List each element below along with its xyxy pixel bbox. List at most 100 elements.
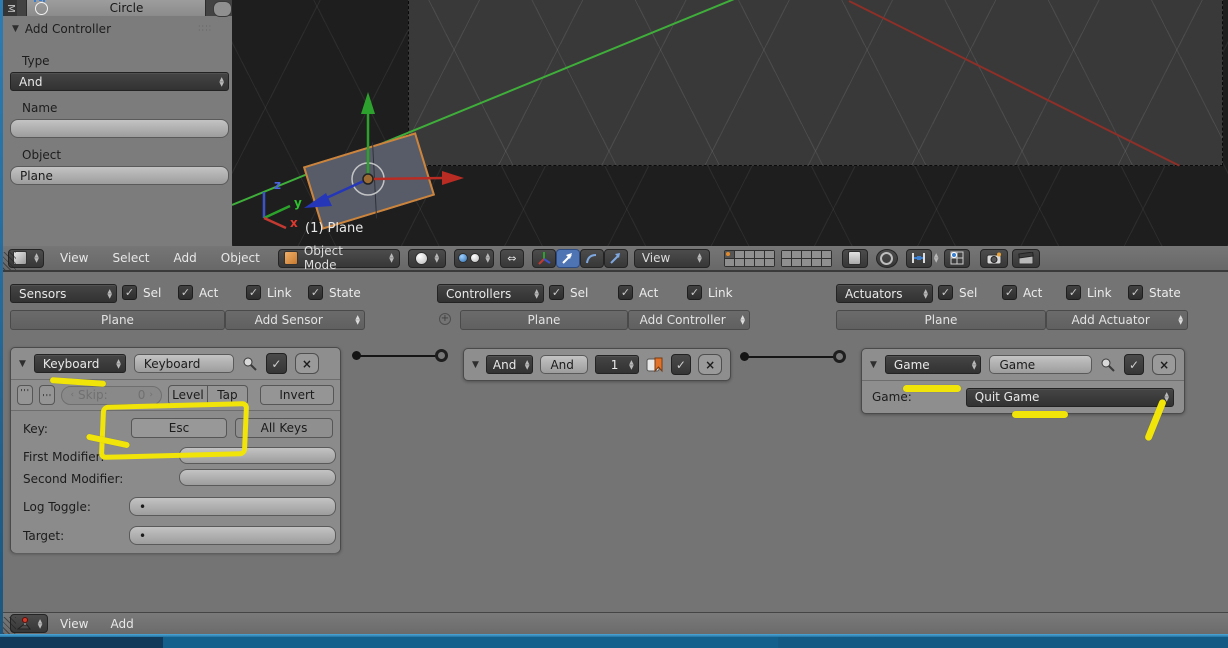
add-controller-panel-header[interactable]: ▼ Add Controller (12, 22, 111, 36)
target-field[interactable]: • (129, 526, 336, 545)
dropdown-arrows-icon: ▲▼ (116, 359, 121, 369)
collapse-icon[interactable]: ▼ (870, 360, 877, 370)
pulse-true-icon[interactable]: ''' (17, 385, 33, 405)
add-sensor-dropdown[interactable]: Add Sensor ▲▼ (225, 310, 365, 330)
controller-name-value: And (550, 358, 573, 372)
controller-active-checkbox[interactable]: ✓ (671, 354, 692, 375)
y-arrow-shaft (322, 179, 368, 200)
object-field[interactable]: Plane (10, 166, 229, 185)
vertical-tab[interactable]: M (3, 0, 17, 16)
actuators-sel-checkbox[interactable]: ✓Sel (938, 285, 977, 300)
wire-endpoint-ring[interactable] (435, 349, 448, 362)
pulse-false-icon[interactable]: ''' (39, 385, 55, 405)
dropdown-arrows-icon: ▲▼ (697, 253, 702, 263)
game-mode-dropdown[interactable]: Quit Game ▲▼ (966, 388, 1174, 407)
wire-endpoint-ring[interactable] (833, 350, 846, 363)
sensors-link-checkbox[interactable]: ✓Link (246, 285, 292, 300)
controllers-link-checkbox[interactable]: ✓Link (687, 285, 733, 300)
actuators-link-checkbox[interactable]: ✓Link (1066, 285, 1112, 300)
collapse-icon[interactable]: ▼ (472, 360, 479, 370)
actuators-act-checkbox[interactable]: ✓Act (1002, 285, 1042, 300)
scale-tool-button[interactable] (604, 249, 628, 268)
translate-tool-button[interactable] (556, 249, 580, 268)
3d-viewport[interactable]: z y x (1) Plane (232, 0, 1228, 246)
mode-dropdown[interactable]: Object Mode ▲▼ (278, 249, 400, 268)
all-keys-button[interactable]: All Keys (235, 418, 333, 438)
manipulator-axis-icon[interactable] (532, 249, 556, 268)
add-controller-dropdown[interactable]: Add Controller ▲▼ (628, 310, 750, 330)
proportional-edit-icon[interactable] (876, 249, 898, 268)
skip-slider[interactable]: ‹ Skip: 0 › (61, 386, 162, 405)
second-modifier-field[interactable] (179, 469, 336, 486)
taskbar-segment[interactable] (0, 637, 163, 648)
actuators-state-label: State (1149, 286, 1181, 300)
type-dropdown[interactable]: And ▲▼ (10, 72, 229, 91)
log-toggle-field[interactable]: • (129, 497, 336, 516)
actuators-link-label: Link (1087, 286, 1112, 300)
sensor-active-checkbox[interactable]: ✓ (266, 353, 287, 374)
layers-grid-1[interactable] (724, 250, 775, 267)
taskbar[interactable] (0, 634, 1228, 648)
panel-drag-grip-icon[interactable]: ········ (198, 25, 212, 33)
layers-grid-2[interactable] (781, 250, 832, 267)
controller-close-button[interactable]: × (698, 354, 722, 375)
pivot-dropdown[interactable]: ▲▼ (454, 249, 494, 268)
actuator-close-button[interactable]: × (1152, 354, 1176, 375)
controllers-filter-dropdown[interactable]: Controllers ▲▼ (437, 284, 544, 303)
menu-object[interactable]: Object (221, 251, 260, 265)
sensors-filter-dropdown[interactable]: Sensors ▲▼ (10, 284, 117, 303)
sensor-type-dropdown[interactable]: Keyboard ▲▼ (34, 354, 126, 373)
controller-type-dropdown[interactable]: And ▲▼ (486, 355, 534, 374)
collapse-icon[interactable]: ▼ (19, 359, 26, 369)
logic-editor[interactable]: Sensors ▲▼ ✓Sel ✓Act ✓Link ✓State Contro… (0, 272, 1228, 612)
menu-view[interactable]: View (60, 251, 88, 265)
check-icon: ✓ (938, 285, 953, 300)
controller-link-socket-icon[interactable]: + (439, 313, 451, 325)
controllers-act-checkbox[interactable]: ✓Act (618, 285, 658, 300)
rotate-tool-button[interactable] (580, 249, 604, 268)
lock-to-scene-icon[interactable] (842, 249, 868, 268)
scrollbar-thumb[interactable] (213, 1, 232, 17)
pin-icon[interactable] (1100, 357, 1116, 373)
dropdown-arrows-icon[interactable]: ▲▼ (934, 253, 939, 263)
sensor-close-button[interactable]: × (295, 353, 319, 374)
snap-magnet-icon[interactable] (906, 249, 932, 268)
type-dropdown-value: And (19, 75, 215, 89)
taskbar-segment[interactable] (778, 637, 1228, 648)
bookmark-icon[interactable] (646, 357, 664, 373)
render-animation-clapper-icon[interactable] (1012, 249, 1040, 268)
taskbar-segment[interactable] (163, 637, 778, 648)
tab-circle[interactable]: Circle (26, 0, 206, 16)
logic-menu-add[interactable]: Add (110, 617, 133, 631)
controller-state-dropdown[interactable]: 1 ▲▼ (595, 355, 639, 374)
sensors-act-checkbox[interactable]: ✓Act (178, 285, 218, 300)
controller-name-field[interactable]: And (540, 355, 588, 374)
actuator-active-checkbox[interactable]: ✓ (1124, 354, 1145, 375)
render-camera-icon[interactable] (980, 249, 1008, 268)
manipulator-toggle-icon[interactable]: ⇔ (500, 249, 524, 268)
actuators-state-checkbox[interactable]: ✓State (1128, 285, 1181, 300)
orientation-dropdown[interactable]: View ▲▼ (634, 249, 710, 268)
actuator-name-field[interactable]: Game (989, 355, 1092, 374)
menu-select[interactable]: Select (112, 251, 149, 265)
menu-add[interactable]: Add (174, 251, 197, 265)
add-actuator-dropdown[interactable]: Add Actuator ▲▼ (1046, 310, 1188, 330)
actuators-filter-dropdown[interactable]: Actuators ▲▼ (836, 284, 933, 303)
snap-target-icon[interactable] (944, 249, 970, 268)
logic-menu-view[interactable]: View (60, 617, 88, 631)
sensors-state-label: State (329, 286, 361, 300)
object-mode-icon (284, 251, 298, 265)
sensor-name-field[interactable]: Keyboard (134, 354, 234, 373)
add-actuator-label: Add Actuator (1047, 313, 1174, 327)
pin-icon[interactable] (242, 356, 258, 372)
sensors-state-checkbox[interactable]: ✓State (308, 285, 361, 300)
invert-button[interactable]: Invert (260, 385, 334, 405)
dropdown-arrows-icon: ▲▼ (972, 360, 977, 370)
sensors-sel-checkbox[interactable]: ✓Sel (122, 285, 161, 300)
name-field[interactable] (10, 119, 229, 138)
actuator-type-dropdown[interactable]: Game ▲▼ (885, 355, 982, 374)
shading-dropdown[interactable]: ▲▼ (408, 249, 446, 268)
controllers-sel-checkbox[interactable]: ✓Sel (549, 285, 588, 300)
actuator-type-value: Game (894, 358, 968, 372)
actuator-name-value: Game (999, 358, 1035, 372)
